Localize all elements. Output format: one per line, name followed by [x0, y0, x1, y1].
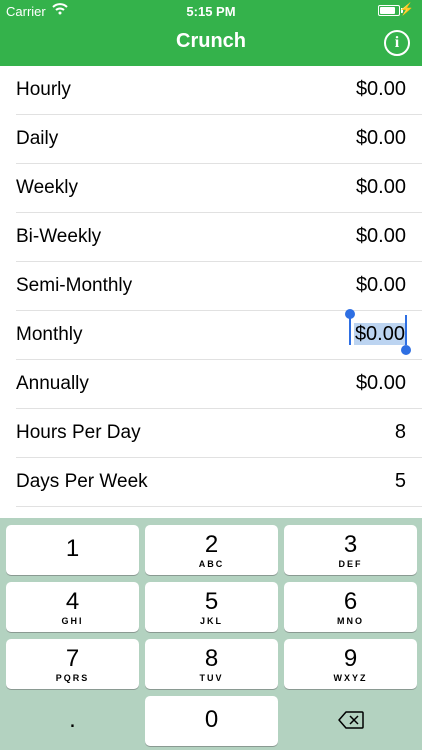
key-5[interactable]: 5 JKL [145, 582, 278, 632]
key-6[interactable]: 6 MNO [284, 582, 417, 632]
row-label: Annually [16, 373, 89, 394]
battery-icon [378, 5, 403, 16]
numeric-keypad: 1 2 ABC 3 DEF 4 GHI 5 JKL 6 MNO 7 PQRS 8… [0, 518, 422, 750]
row-semi-monthly[interactable]: Semi-Monthly $0.00 [0, 262, 422, 311]
info-button[interactable]: i [384, 30, 410, 56]
selection-end-handle[interactable] [401, 345, 411, 355]
backspace-icon [337, 696, 364, 734]
row-days-per-week[interactable]: Days Per Week 5 [0, 458, 422, 507]
header-bar: Carrier 5:15 PM ⚡ Crunch i [0, 0, 422, 66]
key-3[interactable]: 3 DEF [284, 525, 417, 575]
row-value-field[interactable]: $0.00 [356, 274, 406, 297]
key-letters: MNO [337, 616, 364, 626]
key-digit: 2 [204, 531, 219, 558]
row-label: Monthly [16, 324, 83, 345]
charging-icon: ⚡ [399, 2, 414, 16]
key-4[interactable]: 4 GHI [6, 582, 139, 632]
key-2[interactable]: 2 ABC [145, 525, 278, 575]
row-value-field[interactable]: $0.00 [356, 372, 406, 395]
selection-end-bar [405, 315, 407, 345]
selected-text[interactable]: $0.00 [353, 323, 406, 345]
key-digit: 8 [204, 645, 219, 672]
row-label: Bi-Weekly [16, 226, 102, 247]
row-value-field[interactable]: $0.00 [356, 176, 406, 199]
row-value-field-active[interactable]: $0.00 [353, 323, 406, 346]
key-letters: DEF [338, 559, 363, 569]
row-weekly[interactable]: Weekly $0.00 [0, 164, 422, 213]
row-value-field[interactable]: $0.00 [356, 78, 406, 101]
key-decimal[interactable]: . [6, 696, 139, 746]
rate-list: Hourly $0.00 Daily $0.00 Weekly $0.00 Bi… [0, 66, 422, 507]
status-time: 5:15 PM [186, 4, 236, 19]
row-value-field[interactable]: 8 [395, 421, 406, 444]
row-label: Daily [16, 128, 59, 149]
key-8[interactable]: 8 TUV [145, 639, 278, 689]
row-hourly[interactable]: Hourly $0.00 [0, 66, 422, 115]
key-digit: 6 [343, 588, 358, 615]
battery-level [380, 7, 395, 14]
row-label: Days Per Week [16, 471, 148, 492]
key-digit: 4 [65, 588, 80, 615]
key-letters: GHI [61, 616, 84, 626]
status-bar: Carrier 5:15 PM ⚡ [0, 0, 422, 22]
key-9[interactable]: 9 WXYZ [284, 639, 417, 689]
row-value-field[interactable]: $0.00 [356, 225, 406, 248]
key-letters: TUV [199, 673, 224, 683]
key-7[interactable]: 7 PQRS [6, 639, 139, 689]
row-monthly[interactable]: Monthly $0.00 [0, 309, 422, 360]
key-digit: 5 [204, 588, 219, 615]
key-digit: 0 [204, 706, 219, 733]
key-0[interactable]: 0 [145, 696, 278, 746]
key-digit: . [69, 706, 76, 733]
key-letters: WXYZ [333, 673, 368, 683]
row-label: Weekly [16, 177, 78, 198]
key-letters: JKL [199, 616, 223, 626]
row-hours-per-day[interactable]: Hours Per Day 8 [0, 409, 422, 458]
row-label: Semi-Monthly [16, 275, 133, 296]
row-value-field[interactable]: 5 [395, 470, 406, 493]
row-daily[interactable]: Daily $0.00 [0, 115, 422, 164]
selection-start-bar [349, 315, 351, 345]
key-1[interactable]: 1 [6, 525, 139, 575]
key-digit: 9 [343, 645, 358, 672]
key-delete[interactable] [284, 696, 417, 746]
row-bi-weekly[interactable]: Bi-Weekly $0.00 [0, 213, 422, 262]
key-digit: 1 [65, 535, 80, 562]
page-title: Crunch [176, 30, 246, 52]
row-annually[interactable]: Annually $0.00 [0, 360, 422, 409]
key-digit: 7 [65, 645, 80, 672]
row-value-field[interactable]: $0.00 [356, 127, 406, 150]
key-digit: 3 [343, 531, 358, 558]
row-label: Hours Per Day [16, 422, 141, 443]
key-letters: PQRS [55, 673, 90, 683]
row-label: Hourly [16, 79, 71, 100]
key-letters: ABC [198, 559, 225, 569]
